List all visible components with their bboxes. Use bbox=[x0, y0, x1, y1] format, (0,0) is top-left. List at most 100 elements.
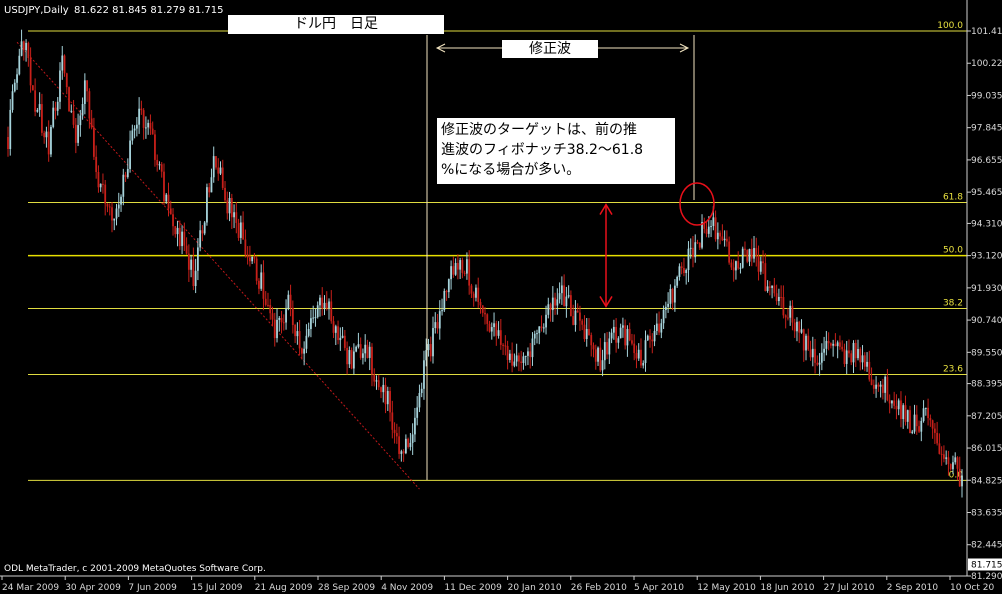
candle-body bbox=[667, 303, 670, 307]
candle-body bbox=[802, 329, 805, 351]
time-tick-0: 24 Mar 2009 bbox=[2, 583, 59, 593]
candle-body bbox=[314, 317, 317, 319]
candle-body bbox=[296, 331, 299, 337]
candle-body bbox=[612, 326, 615, 333]
candle-body bbox=[678, 266, 681, 277]
candle-body bbox=[325, 302, 328, 309]
candle-body bbox=[65, 73, 68, 88]
candle-body bbox=[366, 344, 369, 358]
candle-body bbox=[163, 171, 165, 202]
chart-background bbox=[0, 0, 1002, 594]
candle-body bbox=[531, 338, 534, 358]
candle-body bbox=[20, 41, 23, 56]
candle-body bbox=[954, 457, 957, 463]
candle-body bbox=[520, 361, 523, 363]
candle-body bbox=[158, 164, 161, 166]
candle-body bbox=[264, 298, 267, 305]
candle-body bbox=[784, 315, 787, 318]
candle-body bbox=[208, 187, 211, 193]
candle-body bbox=[730, 262, 733, 268]
candle-body bbox=[780, 296, 783, 298]
candle-body bbox=[626, 328, 629, 346]
candle-body bbox=[122, 174, 125, 197]
candle-body bbox=[174, 226, 177, 235]
time-tick-5: 28 Sep 2009 bbox=[318, 583, 375, 593]
candle-body bbox=[215, 156, 217, 168]
candle-body bbox=[744, 248, 746, 251]
candle-body bbox=[782, 296, 785, 316]
candle-body bbox=[563, 285, 566, 307]
candle-body bbox=[676, 276, 679, 286]
candle-body bbox=[698, 242, 701, 248]
candle-body bbox=[479, 302, 482, 306]
candle-body bbox=[635, 353, 638, 359]
candle-body bbox=[149, 122, 152, 129]
candle-body bbox=[276, 319, 278, 339]
candle-body bbox=[735, 261, 737, 271]
candle-body bbox=[63, 55, 66, 74]
candle-body bbox=[671, 288, 674, 303]
note-line-1: 修正波のターゲットは、前の推 bbox=[441, 122, 637, 138]
candle-body bbox=[664, 306, 667, 310]
price-tick-11: 88.395 bbox=[971, 380, 1002, 390]
corrective-wave-label: 修正波 bbox=[502, 40, 598, 58]
fibo-label-1: 61.8 bbox=[943, 193, 963, 203]
candle-body bbox=[393, 429, 396, 434]
time-tick-13: 27 Jul 2010 bbox=[824, 583, 875, 593]
candle-body bbox=[872, 384, 875, 389]
candle-body bbox=[886, 376, 889, 401]
candle-body bbox=[160, 164, 163, 172]
candle-body bbox=[300, 348, 303, 354]
candle-body bbox=[515, 355, 518, 362]
candle-body bbox=[581, 320, 584, 325]
candle-body bbox=[273, 319, 276, 339]
candle-body bbox=[447, 279, 450, 293]
candle-body bbox=[126, 168, 129, 178]
candle-body bbox=[683, 267, 685, 274]
candle-body bbox=[61, 55, 64, 71]
candle-body bbox=[319, 297, 321, 306]
candle-body bbox=[895, 405, 898, 410]
candle-body bbox=[644, 340, 647, 363]
candle-body bbox=[789, 305, 792, 318]
candle-body bbox=[637, 349, 640, 359]
candle-body bbox=[524, 355, 527, 357]
candle-body bbox=[147, 122, 150, 128]
candle-body bbox=[210, 177, 213, 193]
candle-body bbox=[904, 405, 907, 422]
candle-body bbox=[499, 330, 502, 345]
candle-body bbox=[583, 324, 586, 340]
candle-body bbox=[768, 286, 771, 288]
candle-body bbox=[902, 405, 905, 420]
candle-body bbox=[389, 391, 391, 413]
candle-body bbox=[759, 261, 762, 272]
candle-body bbox=[140, 108, 143, 111]
time-tick-7: 11 Dec 2009 bbox=[444, 583, 502, 593]
candle-body bbox=[522, 356, 525, 363]
candle-body bbox=[685, 269, 688, 274]
footer-copyright: ODL MetaTrader, c 2001-2009 MetaQuotes S… bbox=[4, 564, 266, 574]
candle-body bbox=[687, 248, 690, 270]
candle-body bbox=[940, 453, 943, 455]
candle-body bbox=[536, 333, 538, 335]
candle-body bbox=[463, 272, 466, 274]
candle-body bbox=[267, 304, 269, 306]
candle-body bbox=[282, 322, 285, 324]
price-tick-9: 90.740 bbox=[971, 316, 1002, 326]
candle-body bbox=[404, 438, 407, 454]
candle-body bbox=[312, 317, 315, 319]
candle-body bbox=[839, 342, 841, 347]
candle-body bbox=[258, 280, 260, 289]
time-tick-8: 20 Jan 2010 bbox=[508, 583, 562, 593]
candle-body bbox=[339, 337, 342, 341]
candle-body bbox=[475, 287, 477, 298]
candle-body bbox=[192, 259, 195, 287]
candle-body bbox=[565, 296, 568, 307]
candle-body bbox=[350, 350, 353, 369]
candle-body bbox=[592, 345, 595, 350]
candle-body bbox=[323, 302, 326, 309]
candle-body bbox=[343, 335, 346, 348]
candle-body bbox=[796, 321, 798, 332]
candle-body bbox=[701, 221, 703, 248]
note-line-2: 進波のフィボナッチ38.2～61.8 bbox=[441, 142, 644, 158]
